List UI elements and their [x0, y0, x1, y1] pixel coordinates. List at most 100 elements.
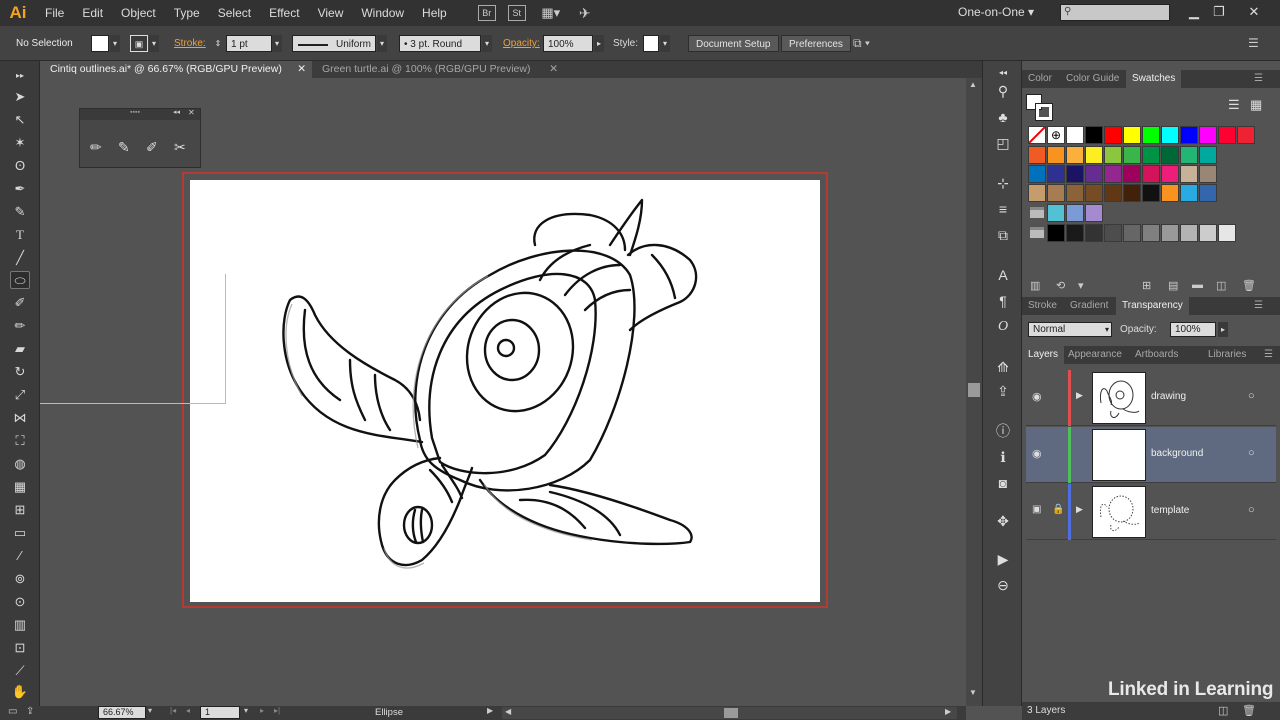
zoom-level-field[interactable]: 66.67%: [98, 706, 146, 719]
menu-view[interactable]: View: [309, 0, 353, 26]
graphic-styles-icon[interactable]: ◰: [993, 133, 1013, 153]
stroke-weight-dropdown-icon[interactable]: ▾: [272, 35, 282, 52]
brush-dropdown-icon[interactable]: ▾: [482, 35, 492, 52]
tab-swatches[interactable]: Swatches: [1126, 70, 1182, 88]
zoom-dropdown-icon[interactable]: ▾: [148, 706, 152, 715]
brush-definition[interactable]: • 3 pt. Round: [399, 35, 481, 52]
tab-cintiq-outlines[interactable]: Cintiq outlines.ai* @ 66.67% (RGB/GPU Pr…: [40, 61, 312, 78]
opacity-label[interactable]: Opacity:: [503, 35, 540, 52]
preferences-button[interactable]: Preferences: [781, 35, 851, 52]
symbols-icon[interactable]: ♣: [993, 107, 1013, 127]
character-icon[interactable]: A: [993, 265, 1013, 285]
stroke-weight-stepper[interactable]: ⇕: [211, 35, 225, 52]
dock-expand-icon[interactable]: ◂◂: [993, 63, 1013, 83]
color-swatch[interactable]: [1104, 146, 1122, 164]
stroke-swatch[interactable]: ▣: [130, 35, 148, 52]
color-swatch[interactable]: [1066, 204, 1084, 222]
stock-button[interactable]: St: [507, 5, 526, 21]
rotate-tool-icon[interactable]: ↻: [10, 363, 30, 381]
artboard-dropdown-icon[interactable]: ▾: [244, 706, 248, 715]
vertical-scrollbar[interactable]: ▲ ▼: [966, 78, 982, 706]
transform-icon[interactable]: ⊹: [993, 173, 1013, 193]
tab-transparency[interactable]: Transparency: [1116, 297, 1189, 315]
style-dropdown-icon[interactable]: ▾: [660, 35, 670, 52]
close-tab-icon[interactable]: ✕: [297, 61, 306, 78]
arrange-documents-icon[interactable]: ▦▾: [538, 5, 564, 21]
delete-layer-icon[interactable]: 🗑: [1242, 704, 1256, 717]
color-swatch[interactable]: [1047, 165, 1065, 183]
stroke-dropdown-icon[interactable]: ▾: [149, 35, 159, 52]
blend-mode-dropdown[interactable]: Normal ▾: [1028, 322, 1112, 337]
color-swatch[interactable]: [1199, 184, 1217, 202]
color-swatch[interactable]: [1161, 165, 1179, 183]
document-setup-button[interactable]: Document Setup: [688, 35, 779, 52]
color-swatch[interactable]: [1123, 146, 1141, 164]
place-swatches-icon[interactable]: ⟲: [1056, 279, 1065, 292]
width-tool-icon[interactable]: ⋈: [10, 409, 30, 427]
color-swatch[interactable]: [1085, 146, 1103, 164]
tab-appearance[interactable]: Appearance: [1062, 346, 1128, 364]
panel-menu-icon[interactable]: ☰: [1248, 297, 1269, 315]
tab-stroke[interactable]: Stroke: [1022, 297, 1063, 315]
layer-row-background[interactable]: ◉ background ○: [1026, 427, 1276, 483]
prev-artboard-icon[interactable]: ◂: [186, 706, 190, 715]
color-swatch[interactable]: [1104, 224, 1122, 242]
symbol-sprayer-tool-icon[interactable]: ⊙: [10, 593, 30, 611]
opacity-arrow-icon[interactable]: ▸: [594, 35, 604, 52]
expand-layer-icon[interactable]: ▶: [1076, 390, 1083, 401]
tab-layers[interactable]: Layers: [1022, 346, 1065, 364]
shaper-tool-icon[interactable]: ✏: [90, 139, 102, 156]
swatch-none[interactable]: [1028, 126, 1046, 144]
color-swatch[interactable]: [1180, 146, 1198, 164]
template-visibility-icon[interactable]: ▣: [1032, 504, 1041, 515]
color-swatch[interactable]: [1180, 184, 1198, 202]
color-swatch[interactable]: [1066, 126, 1084, 144]
panel-menu-icon[interactable]: ☰: [1248, 70, 1269, 88]
workspace-switcher[interactable]: One-on-One ▾: [958, 5, 1034, 19]
visibility-eye-icon[interactable]: ◉: [1032, 447, 1042, 460]
color-swatch[interactable]: [1180, 165, 1198, 183]
target-circle-icon[interactable]: ○: [1248, 447, 1255, 459]
color-swatch[interactable]: [1085, 126, 1103, 144]
first-artboard-icon[interactable]: |◂: [170, 706, 176, 715]
color-swatch[interactable]: [1047, 204, 1065, 222]
new-swatch-icon[interactable]: ◫: [1216, 279, 1226, 292]
blend-tool-icon[interactable]: ⊚: [10, 570, 30, 588]
opacity-field[interactable]: 100%: [543, 35, 593, 52]
opentype-icon[interactable]: O: [993, 317, 1013, 337]
color-swatch[interactable]: [1218, 224, 1236, 242]
delete-swatch-icon[interactable]: 🗑: [1242, 279, 1256, 292]
document-info-icon[interactable]: ℹ: [993, 447, 1013, 467]
navigator-icon[interactable]: ✥: [993, 511, 1013, 531]
pen-tool-icon[interactable]: ✒: [10, 180, 30, 198]
color-swatch[interactable]: [1047, 224, 1065, 242]
canvas-area[interactable]: ➤ ▪▪▪▪ ◂◂ ✕ ✏ ✎ ✐ ✂: [40, 78, 966, 706]
slice-tool-icon[interactable]: ⟋: [10, 662, 30, 680]
swatch-registration-icon[interactable]: ⊕: [1047, 126, 1065, 144]
ellipse-tool-icon[interactable]: ⬭: [10, 271, 30, 289]
tab-color-guide[interactable]: Color Guide: [1060, 70, 1125, 88]
tab-artboards[interactable]: Artboards: [1129, 346, 1184, 364]
swatch-libraries-icon[interactable]: ▥: [1030, 279, 1040, 292]
visibility-eye-icon[interactable]: ◉: [1032, 390, 1042, 403]
new-layer-icon[interactable]: ◫: [1218, 704, 1228, 717]
color-swatch[interactable]: [1047, 184, 1065, 202]
lasso-tool-icon[interactable]: ʘ: [10, 157, 30, 175]
puppet-warp-icon[interactable]: ⚲: [993, 81, 1013, 101]
color-swatch[interactable]: [1085, 184, 1103, 202]
artboard-nav-icon[interactable]: ▭: [8, 706, 17, 717]
color-swatch[interactable]: [1123, 184, 1141, 202]
pencil-tool-icon[interactable]: ✏: [10, 317, 30, 335]
expand-layer-icon[interactable]: ▶: [1076, 504, 1083, 515]
new-folder-icon[interactable]: ▬: [1192, 279, 1203, 291]
list-view-icon[interactable]: ☰: [1228, 97, 1240, 113]
artboard-number-field[interactable]: 1: [200, 706, 240, 719]
collapse-icon[interactable]: ◂◂: [173, 108, 180, 116]
stroke-indicator[interactable]: [1035, 103, 1053, 121]
links-icon[interactable]: ⊖: [993, 575, 1013, 595]
color-swatch[interactable]: [1199, 224, 1217, 242]
close-flyout-icon[interactable]: ✕: [188, 108, 195, 117]
color-swatch[interactable]: [1142, 224, 1160, 242]
scroll-down-icon[interactable]: ▼: [969, 688, 977, 697]
menu-select[interactable]: Select: [209, 0, 260, 26]
